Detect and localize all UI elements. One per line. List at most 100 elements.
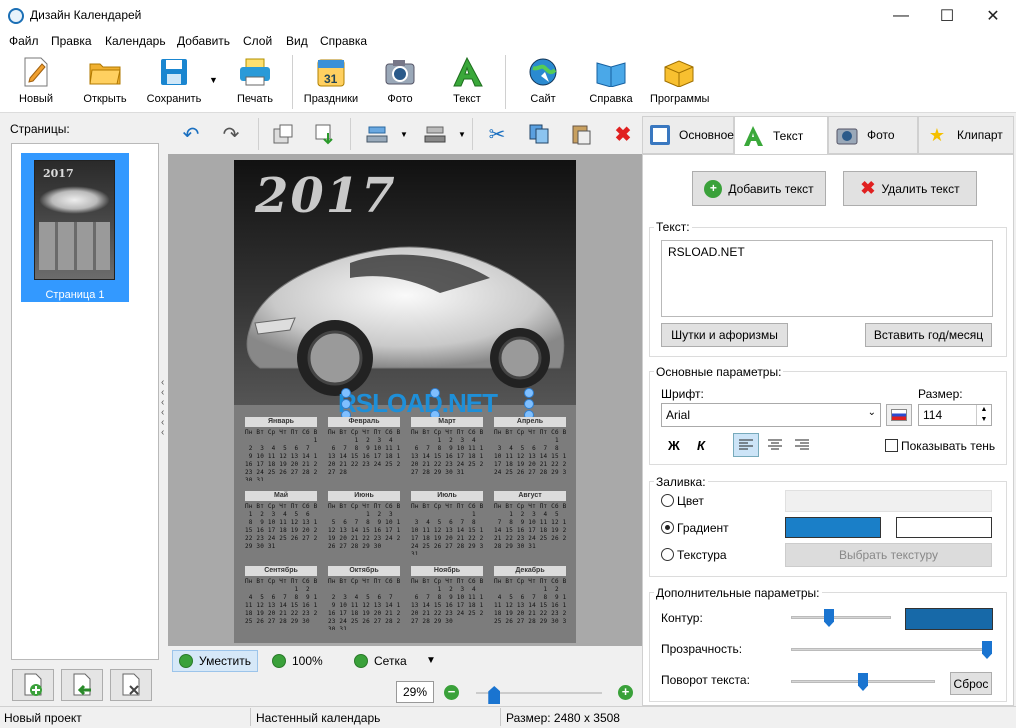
delete-page-button[interactable] <box>110 669 152 701</box>
add-text-button[interactable]: + Добавить текст <box>692 171 826 206</box>
print-button[interactable]: Печать <box>232 55 278 111</box>
align-center-icon <box>768 439 782 450</box>
menu-file[interactable]: Файл <box>9 34 39 48</box>
send-backward-button[interactable] <box>310 120 340 148</box>
zoom-value-field[interactable]: 29% <box>396 681 434 703</box>
new-button[interactable]: Новый <box>12 55 60 111</box>
open-button[interactable]: Открыть <box>78 55 132 111</box>
month-block: НоябрьПн Вт Ср Чт Пт Сб Вс 1 2 3 4 5 6 7… <box>411 566 483 625</box>
align-center-button[interactable] <box>762 433 788 457</box>
resize-handle[interactable] <box>341 399 351 409</box>
month-block: АвгустПн Вт Ср Чт Пт Сб Вс 1 2 3 4 5 6 7… <box>494 491 566 550</box>
insert-year-month-button[interactable]: Вставить год/месяц <box>865 323 992 347</box>
site-button[interactable]: Сайт <box>524 55 562 111</box>
zoom-100-button[interactable]: 100% <box>266 650 329 672</box>
bold-button[interactable]: Ж <box>668 438 680 453</box>
menu-add[interactable]: Добавить <box>177 34 230 48</box>
gradient-color-2-swatch[interactable] <box>896 517 992 538</box>
letter-a-icon <box>741 124 765 148</box>
jokes-button[interactable]: Шутки и афоризмы <box>661 323 788 347</box>
menu-help[interactable]: Справка <box>320 34 367 48</box>
resize-handle[interactable] <box>524 388 534 398</box>
minimize-button[interactable]: — <box>878 0 924 31</box>
car-image[interactable] <box>240 218 570 403</box>
font-label: Шрифт: <box>661 387 704 401</box>
grid-button[interactable]: Сетка <box>348 650 413 672</box>
fill-color-swatch[interactable] <box>785 490 992 512</box>
chevron-down-icon: ⌄ <box>867 407 876 418</box>
font-color-button[interactable] <box>886 404 912 426</box>
zoom-in-icon[interactable]: + <box>618 685 633 700</box>
maximize-button[interactable]: ☐ <box>924 0 970 31</box>
bring-forward-icon <box>273 124 293 144</box>
transparency-slider-track[interactable] <box>791 648 987 651</box>
align-dropdown-icon[interactable]: ▼ <box>400 130 408 139</box>
text-input[interactable]: RSLOAD.NET <box>661 240 993 317</box>
distribute-dropdown-icon[interactable]: ▼ <box>458 130 466 139</box>
add-page-button[interactable] <box>12 669 54 701</box>
close-button[interactable]: ✕ <box>970 0 1016 31</box>
calendar-year-text[interactable]: 2017 <box>255 168 397 224</box>
delete-text-button[interactable]: ✖ Удалить текст <box>843 171 977 206</box>
align-right-button[interactable] <box>789 433 815 457</box>
fit-button[interactable]: Уместить <box>172 650 258 672</box>
outline-slider-track[interactable] <box>791 616 891 619</box>
menu-calendar[interactable]: Календарь <box>105 34 166 48</box>
resize-handle[interactable] <box>524 399 534 409</box>
paste-button[interactable] <box>566 120 596 148</box>
size-spinner[interactable]: ▲ ▼ <box>976 405 991 425</box>
status-size: Размер: 2480 x 3508 <box>506 711 620 725</box>
fill-gradient-radio[interactable] <box>661 521 674 534</box>
undo-button[interactable]: ↶ <box>176 120 206 148</box>
font-select[interactable]: Arial ⌄ <box>661 403 881 427</box>
fill-texture-label: Текстура <box>677 548 727 562</box>
show-shadow-checkbox[interactable] <box>885 439 898 452</box>
tab-text[interactable]: Текст <box>734 116 828 155</box>
fill-color-radio[interactable] <box>661 494 674 507</box>
resize-handle[interactable] <box>430 388 440 398</box>
text-button[interactable]: Текст <box>448 55 486 111</box>
menu-edit[interactable]: Правка <box>51 34 92 48</box>
save-button[interactable]: Сохранить <box>144 55 204 111</box>
folder-icon <box>88 55 122 89</box>
gradient-color-1-swatch[interactable] <box>785 517 881 538</box>
tab-basic[interactable]: Основное <box>642 116 734 154</box>
selected-text-object[interactable]: RSLOAD.NET <box>338 388 498 419</box>
align-icon <box>366 126 388 143</box>
choose-texture-button[interactable]: Выбрать текстуру <box>785 543 992 567</box>
zoom-out-icon[interactable]: − <box>444 685 459 700</box>
photo-button[interactable]: Фото <box>380 55 420 111</box>
align-left-button[interactable] <box>733 433 759 457</box>
delete-button[interactable]: ✖ <box>608 120 638 148</box>
italic-button[interactable]: К <box>697 438 705 453</box>
help-button[interactable]: Справка <box>588 55 634 111</box>
month-block: ЯнварьПн Вт Ср Чт Пт Сб Вс 1 2 3 4 5 6 7… <box>245 417 317 481</box>
menu-view[interactable]: Вид <box>286 34 308 48</box>
copy-button[interactable] <box>524 120 554 148</box>
menu-layer[interactable]: Слой <box>243 34 272 48</box>
tab-clipart[interactable]: ★ Клипарт <box>918 116 1014 154</box>
plus-icon: + <box>704 179 723 198</box>
programs-button[interactable]: Программы <box>650 55 709 111</box>
align-button[interactable] <box>362 120 392 148</box>
basic-params-label: Основные параметры: <box>654 365 784 379</box>
holidays-button[interactable]: 31 Праздники <box>302 55 360 111</box>
collapse-panel-handle[interactable]: ‹ ‹ ‹ ‹ ‹ ‹ <box>161 378 169 438</box>
resize-handle[interactable] <box>341 388 351 398</box>
printer-icon <box>238 55 272 89</box>
outline-color-swatch[interactable] <box>905 608 993 630</box>
tab-photo[interactable]: Фото <box>828 116 918 154</box>
redo-button[interactable]: ↷ <box>216 120 246 148</box>
calendar-icon: 31 <box>314 55 348 89</box>
fill-texture-radio[interactable] <box>661 548 674 561</box>
cut-button[interactable]: ✂ <box>482 120 512 148</box>
bring-forward-button[interactable] <box>268 120 298 148</box>
insert-page-button[interactable] <box>61 669 103 701</box>
month-block: ДекабрьПн Вт Ср Чт Пт Сб Вс 1 2 3 4 5 6 … <box>494 566 566 625</box>
save-dropdown-arrow-icon[interactable]: ▼ <box>209 75 218 85</box>
reset-button[interactable]: Сброс <box>950 672 992 695</box>
copy-icon <box>529 124 549 144</box>
grid-dropdown-icon[interactable]: ▼ <box>426 655 436 666</box>
distribute-button[interactable] <box>420 120 450 148</box>
flag-color-icon <box>891 409 907 421</box>
